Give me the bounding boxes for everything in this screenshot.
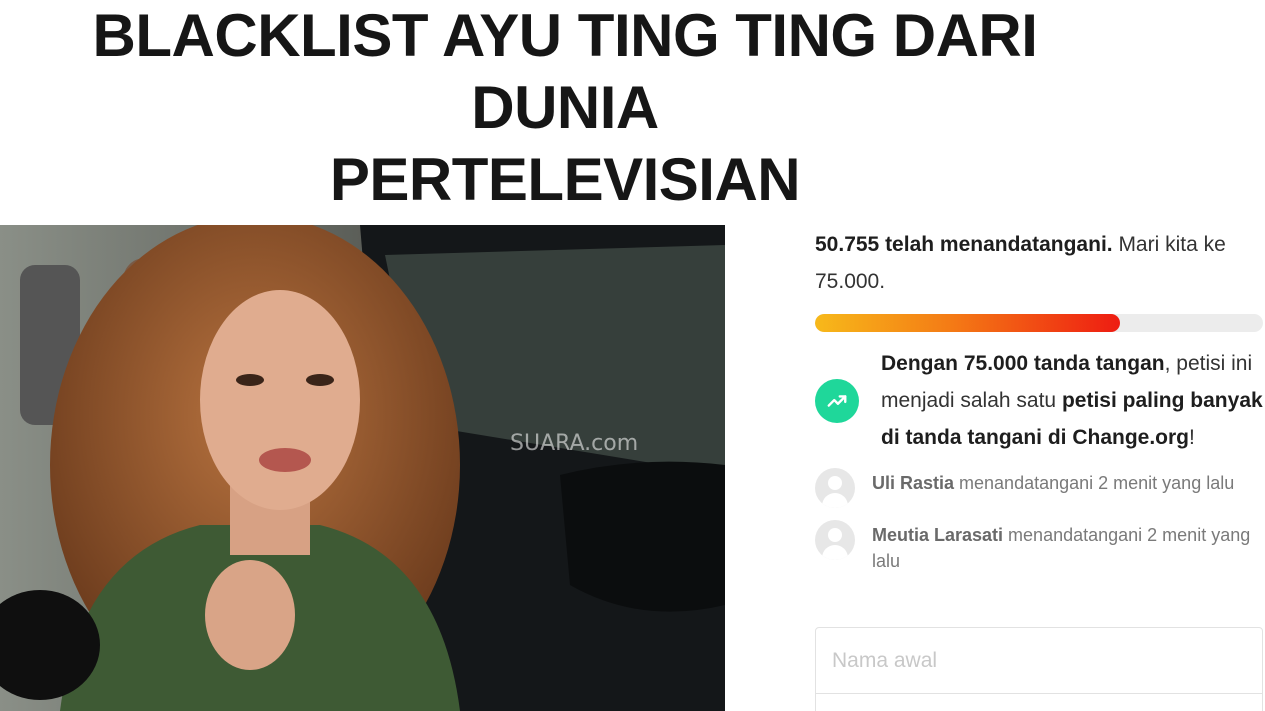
petition-photo-illustration: SUARA.com: [0, 225, 725, 711]
petition-title-line2: PERTELEVISIAN: [329, 146, 801, 213]
photo-watermark: SUARA.com: [510, 431, 638, 456]
milestone-text-end: !: [1189, 426, 1195, 449]
petition-sidebar: 50.755 telah menandatangani. Mari kita k…: [815, 226, 1265, 574]
petition-title-line1: BLACKLIST AYU TING TING DARI DUNIA: [92, 2, 1038, 141]
milestone-callout: Dengan 75.000 tanda tangan, petisi ini m…: [815, 345, 1265, 456]
sign-form: [815, 627, 1263, 711]
signer-name: Uli Rastia: [872, 473, 955, 493]
avatar: [815, 468, 855, 508]
milestone-goal: Dengan 75.000 tanda tangan: [881, 352, 1165, 375]
petition-title: BLACKLIST AYU TING TING DARI DUNIA PERTE…: [0, 0, 1130, 216]
signature-count-bold: 50.755 telah menandatangani.: [815, 233, 1113, 256]
signature-progress-bar: [815, 314, 1263, 332]
recent-signer: Meutia Larasati menandatangani 2 menit y…: [815, 520, 1265, 574]
signer-text: Uli Rastia menandatangani 2 menit yang l…: [872, 468, 1234, 496]
first-name-input[interactable]: [816, 628, 1262, 694]
trending-up-icon: [815, 378, 859, 423]
milestone-text: Dengan 75.000 tanda tangan, petisi ini m…: [881, 345, 1265, 456]
avatar: [815, 520, 855, 560]
petition-photo: SUARA.com: [0, 225, 725, 711]
signature-progress-fill: [815, 314, 1120, 332]
signer-text: Meutia Larasati menandatangani 2 menit y…: [872, 520, 1265, 574]
signer-name: Meutia Larasati: [872, 525, 1004, 545]
recent-signer: Uli Rastia menandatangani 2 menit yang l…: [815, 468, 1265, 508]
signature-count: 50.755 telah menandatangani. Mari kita k…: [815, 226, 1265, 300]
signer-action: menandatangani 2 menit yang lalu: [954, 473, 1235, 493]
